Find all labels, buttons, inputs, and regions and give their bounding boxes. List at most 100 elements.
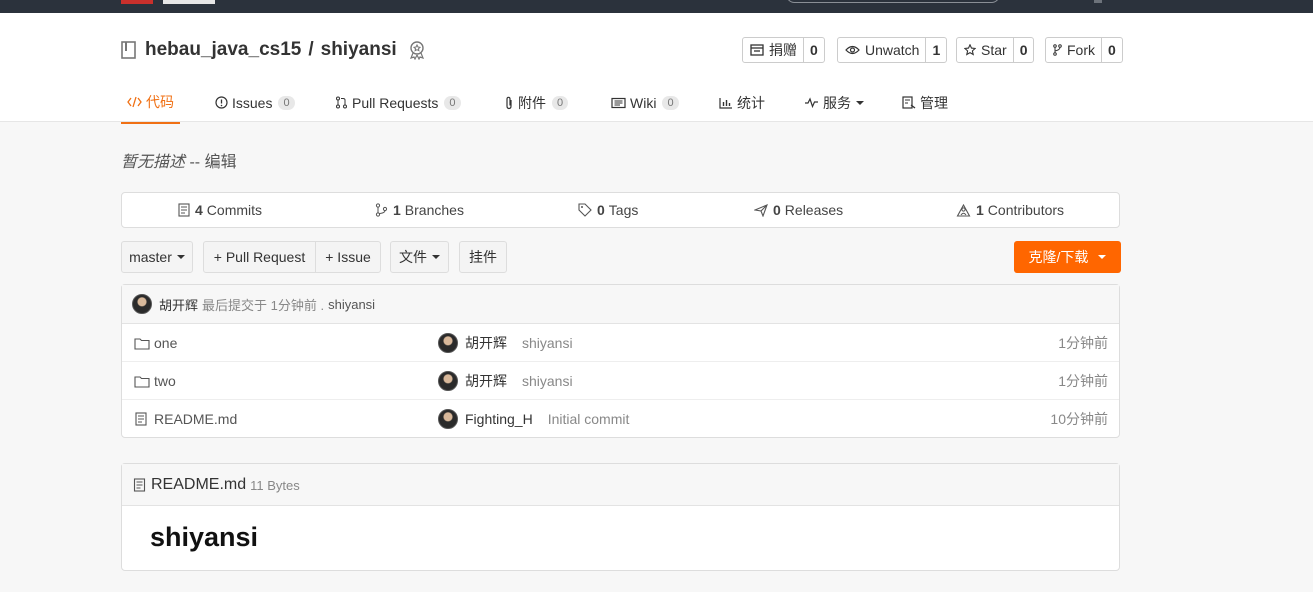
file-row[interactable]: one 胡开辉 shiyansi 1分钟前 [122,324,1119,362]
tab-wiki-label: Wiki [630,94,657,111]
file-commit-author[interactable]: 胡开辉 [465,371,507,391]
file-commit-time: 1分钟前 [1058,335,1108,351]
widget-label: 挂件 [469,249,497,265]
readme-heading: shiyansi [150,522,259,552]
stat-contributors[interactable]: 1 Contributors [956,193,1064,227]
stat-commits[interactable]: 4 Commits [178,193,262,227]
edit-description-link[interactable]: 编辑 [205,154,237,171]
global-search-input[interactable] [786,0,1000,3]
branch-select[interactable]: master [121,241,193,273]
recommended-badge-icon[interactable] [407,40,427,60]
eye-icon [845,45,860,55]
tab-services[interactable]: 服务 [804,81,864,124]
repo-name-link[interactable]: shiyansi [321,39,397,61]
unwatch-button[interactable]: Unwatch [838,38,927,62]
latest-commit-time: 最后提交于 1分钟前 . [202,297,325,313]
tab-issues-count: 0 [278,95,295,110]
description-separator: -- [185,154,205,171]
tab-pull-requests-count: 0 [444,95,461,110]
donate-label: 捐赠 [769,42,797,58]
donate-button-group[interactable]: 捐赠 0 [742,37,825,63]
file-commit-time: 10分钟前 [1050,411,1108,427]
files-dropdown-label: 文件 [399,249,427,265]
donate-button[interactable]: 捐赠 [743,38,804,62]
repo-book-icon [121,41,136,59]
new-issue-label: + Issue [325,249,371,265]
tab-attachments[interactable]: 附件 0 [504,81,569,124]
stat-tags[interactable]: 0 Tags [578,193,638,227]
site-logo-text[interactable] [163,0,215,4]
new-pull-request-button[interactable]: + Pull Request [203,241,316,273]
avatar[interactable] [438,333,458,353]
fork-label: Fork [1067,42,1095,58]
tab-stats[interactable]: 统计 [719,81,765,124]
files-dropdown-button[interactable]: 文件 [390,241,449,273]
branch-select-label: master [129,249,172,265]
site-logo[interactable] [121,0,153,4]
star-count[interactable]: 0 [1014,38,1034,62]
avatar[interactable] [438,371,458,391]
star-label: Star [981,42,1007,58]
tab-code[interactable]: 代码 [121,81,180,124]
donate-count[interactable]: 0 [804,38,824,62]
tag-icon [578,203,592,217]
file-name-cell[interactable]: one [134,324,177,362]
fork-count[interactable]: 0 [1102,38,1122,62]
tab-pull-requests[interactable]: Pull Requests 0 [335,81,461,124]
file-commit-message[interactable]: shiyansi [522,335,573,351]
file-row[interactable]: two 胡开辉 shiyansi 1分钟前 [122,362,1119,400]
readme-panel: README.md 11 Bytes shiyansi [121,463,1120,571]
clone-download-button[interactable]: 克隆/下载 [1014,241,1121,273]
tab-services-label: 服务 [823,94,851,111]
tab-code-label: 代码 [146,93,174,110]
widget-button[interactable]: 挂件 [459,241,507,273]
issues-icon [215,96,228,109]
tab-wiki[interactable]: Wiki 0 [611,81,679,124]
stat-commits-count: 4 [195,202,203,218]
watch-count[interactable]: 1 [926,38,946,62]
fork-button[interactable]: Fork [1046,38,1102,62]
readme-filename[interactable]: README.md [151,476,246,494]
user-menu[interactable] [1094,0,1102,3]
file-name-cell[interactable]: two [134,362,176,400]
star-button-group[interactable]: Star 0 [956,37,1035,63]
fork-button-group[interactable]: Fork 0 [1045,37,1123,63]
latest-commit-message[interactable]: shiyansi [328,297,375,312]
stat-branches[interactable]: 1 Branches [375,193,464,227]
star-icon [964,44,976,56]
file-name[interactable]: one [154,335,177,351]
avatar[interactable] [132,294,152,314]
file-commit-author[interactable]: Fighting_H [465,411,533,427]
stat-releases[interactable]: 0 Releases [754,193,843,227]
branch-icon [375,203,388,217]
new-issue-button[interactable]: + Issue [315,241,381,273]
commits-icon [178,203,190,217]
tab-pull-requests-label: Pull Requests [352,94,439,111]
stats-icon [719,97,732,109]
folder-icon [134,375,150,388]
tab-admin[interactable]: 管理 [902,81,948,124]
file-commit-message[interactable]: shiyansi [522,373,573,389]
stat-commits-label: Commits [206,202,263,218]
file-commit-info: 胡开辉 shiyansi [438,324,573,362]
tab-wiki-count: 0 [662,95,679,110]
tab-issues[interactable]: Issues 0 [215,81,295,124]
wiki-icon [611,97,626,108]
top-navbar [0,0,1313,13]
file-name-cell[interactable]: README.md [134,400,237,438]
file-name[interactable]: two [154,373,176,389]
file-commit-author[interactable]: 胡开辉 [465,333,507,353]
attachment-icon [506,96,512,109]
file-name[interactable]: README.md [154,411,237,427]
star-button[interactable]: Star [957,38,1014,62]
watch-button-group[interactable]: Unwatch 1 [837,37,948,63]
latest-commit-author[interactable]: 胡开辉 [159,295,198,314]
repo-title: hebau_java_cs15 / shiyansi [121,39,427,61]
file-list: 胡开辉 最后提交于 1分钟前 . shiyansi one 胡开辉 shiyan… [121,284,1120,438]
avatar[interactable] [438,409,458,429]
repo-owner-link[interactable]: hebau_java_cs15 [145,39,301,61]
file-row[interactable]: README.md Fighting_H Initial commit 10分钟… [122,400,1119,438]
tab-attachments-label: 附件 [518,94,546,111]
stat-branches-count: 1 [393,202,401,218]
file-commit-message[interactable]: Initial commit [548,411,630,427]
